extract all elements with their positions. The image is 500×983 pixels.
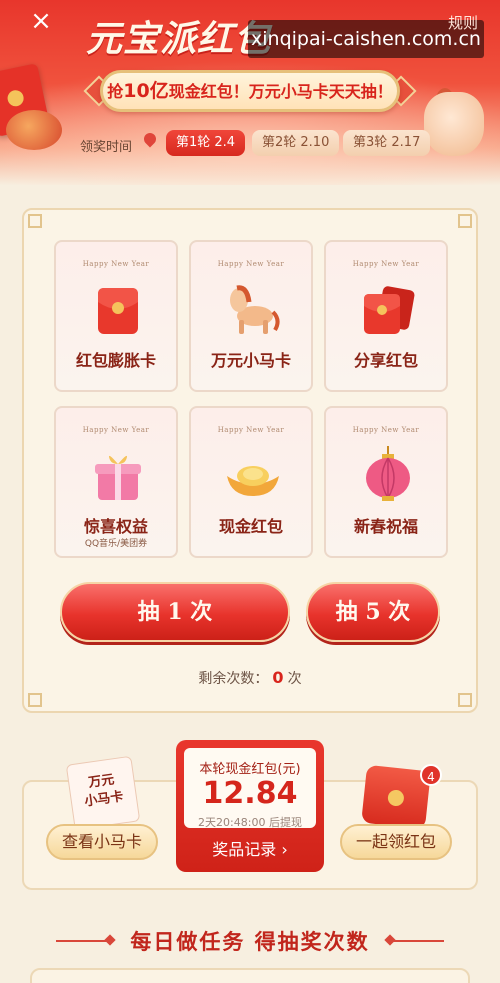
horse-mascot-icon bbox=[424, 92, 484, 156]
cash-amount: 12.84 bbox=[202, 776, 298, 811]
remaining-suffix: 次 bbox=[287, 671, 302, 687]
collect-envelope-button[interactable]: 一起领红包 bbox=[340, 824, 452, 860]
corner-ornament bbox=[28, 693, 42, 707]
rules-link[interactable]: 规则 bbox=[448, 12, 478, 33]
round-tab-1[interactable]: 第1轮 2.4 bbox=[166, 130, 246, 156]
prize-tile-share-envelope: Happy New Year 分享红包 bbox=[324, 240, 448, 392]
promo-banner: 抢10亿现金红包！万元小马卡天天抽！ bbox=[100, 70, 400, 112]
prize-label: 红包膨胀卡 bbox=[75, 351, 156, 370]
draw-once-button[interactable]: 抽 1 次 bbox=[60, 582, 290, 642]
prize-tile-new-year-blessing: Happy New Year 新春祝福 bbox=[324, 406, 448, 558]
happy-new-year-text: Happy New Year bbox=[217, 426, 285, 434]
prize-tile-horse-card: Happy New Year 万元小马卡 bbox=[189, 240, 313, 392]
close-button[interactable]: × bbox=[28, 8, 54, 34]
remaining-prefix: 剩余次数： bbox=[198, 671, 269, 687]
prize-label: 现金红包 bbox=[218, 517, 283, 536]
page-title: 元宝派红包 bbox=[86, 19, 272, 60]
cash-title: 本轮现金红包(元) bbox=[199, 762, 301, 777]
happy-new-year-text: Happy New Year bbox=[217, 260, 285, 268]
view-horse-card-button[interactable]: 查看小马卡 bbox=[46, 824, 158, 860]
lottery-card: Happy New Year 红包膨胀卡 Happy New Year 万元小马… bbox=[22, 208, 478, 713]
corner-ornament bbox=[458, 693, 472, 707]
banner-highlight: 10亿 bbox=[123, 80, 169, 102]
award-time-label: 领奖时间 bbox=[80, 140, 133, 155]
gold-ingot-icon bbox=[223, 446, 283, 506]
banner-prefix: 抢 bbox=[107, 82, 124, 101]
lantern-icon bbox=[358, 446, 418, 506]
cash-info-box: 本轮现金红包(元) 12.84 2天20:48:00 后提现 bbox=[184, 748, 316, 829]
prize-tile-cash-envelope: Happy New Year 现金红包 bbox=[189, 406, 313, 558]
notification-badge: 4 bbox=[420, 764, 442, 786]
prize-label: 万元小马卡 bbox=[210, 351, 291, 370]
prize-tile-surprise-benefit: Happy New Year 惊喜权益 QQ音乐/美团券 bbox=[54, 406, 178, 558]
horse-icon bbox=[223, 280, 283, 340]
prize-record-button[interactable]: 奖品记录 › bbox=[176, 836, 324, 860]
prize-label: 新春祝福 bbox=[353, 517, 418, 536]
withdraw-timer: 2天20:48:00 后提现 bbox=[198, 816, 302, 829]
happy-new-year-text: Happy New Year bbox=[82, 426, 150, 434]
corner-ornament bbox=[28, 214, 42, 228]
banner-suffix: 现金红包！万元小马卡天天抽！ bbox=[168, 82, 393, 101]
prize-label: 惊喜权益 bbox=[83, 517, 148, 536]
prize-label: 分享红包 bbox=[353, 351, 418, 370]
remaining-count: 剩余次数： 0 次 bbox=[24, 668, 476, 688]
happy-new-year-text: Happy New Year bbox=[82, 260, 150, 268]
horse-card-thumbnail[interactable]: 万元 小马卡 bbox=[65, 755, 141, 831]
corner-ornament bbox=[458, 214, 472, 228]
task-list-card bbox=[30, 968, 470, 983]
round-tab-3[interactable]: 第3轮 2.17 bbox=[343, 130, 431, 156]
prize-sublabel: QQ音乐/美团券 bbox=[84, 539, 148, 549]
share-envelope-icon bbox=[358, 280, 418, 340]
remaining-number: 0 bbox=[272, 668, 284, 687]
title-divider-right bbox=[388, 940, 444, 942]
happy-new-year-text: Happy New Year bbox=[352, 426, 420, 434]
draw-five-button[interactable]: 抽 5 次 bbox=[306, 582, 440, 642]
koi-fish-decoration-icon bbox=[6, 110, 62, 150]
prize-tile-boost-card: Happy New Year 红包膨胀卡 bbox=[54, 240, 178, 392]
gift-box-icon bbox=[88, 446, 148, 506]
round-tab-2[interactable]: 第2轮 2.10 bbox=[252, 130, 340, 156]
cash-envelope-panel: 本轮现金红包(元) 12.84 2天20:48:00 后提现 奖品记录 › bbox=[176, 740, 324, 872]
red-envelope-icon bbox=[88, 280, 148, 340]
happy-new-year-text: Happy New Year bbox=[352, 260, 420, 268]
